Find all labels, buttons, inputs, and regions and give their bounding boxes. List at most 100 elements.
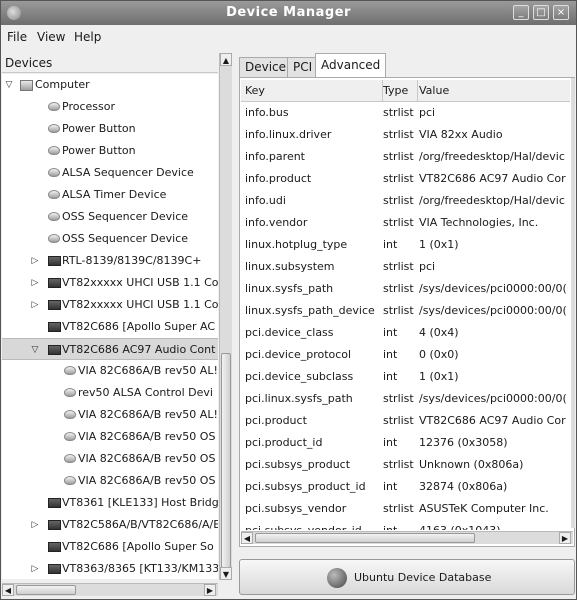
tree-item[interactable]: ▷ VT82xxxxx UHCI USB 1.1 Co bbox=[2, 272, 218, 294]
device-tree-horizontal-scrollbar[interactable]: ◀ ▶ bbox=[2, 583, 218, 596]
table-row[interactable]: linux.subsystem strlist pci bbox=[241, 256, 570, 278]
devices-pane: Devices ▽ Computer Processor Power Button Po… bbox=[1, 53, 233, 598]
table-row[interactable]: linux.sysfs_path strlist/sys/devices/pci0… bbox=[241, 278, 570, 300]
device-tree[interactable]: ▽ Computer Processor Power Button Power Butt… bbox=[2, 74, 218, 579]
table-row[interactable]: pci.device_subclass int 1 (0x1) bbox=[241, 366, 570, 388]
tree-item[interactable]: ▷ RTL-8139/8139C/8139C+ bbox=[2, 250, 218, 272]
devices-column-header[interactable]: Devices bbox=[2, 53, 218, 73]
tree-item[interactable]: ▽ Computer bbox=[2, 74, 218, 96]
expander-open-icon[interactable]: ▽ bbox=[30, 339, 40, 359]
property-key: linux.hotplug_type bbox=[245, 238, 348, 251]
expander-closed-icon[interactable]: ▷ bbox=[30, 272, 40, 294]
scroll-right-icon[interactable]: ▶ bbox=[559, 532, 571, 544]
property-key: info.parent bbox=[245, 150, 305, 163]
minimize-icon[interactable]: _ bbox=[513, 5, 529, 20]
expander-open-icon[interactable]: ▽ bbox=[4, 74, 14, 96]
property-value: VT82C686 AC97 Audio Cor bbox=[419, 172, 566, 185]
table-row[interactable]: info.parent strlist/org/freedesktop/Hal/d… bbox=[241, 146, 570, 168]
tree-item-label: VT82xxxxx UHCI USB 1.1 Co bbox=[62, 276, 218, 289]
menu-file[interactable]: File bbox=[7, 30, 27, 44]
scrollbar-thumb[interactable] bbox=[221, 353, 231, 568]
table-row[interactable]: pci.product strlist VT82C686 AC97 Audio Co… bbox=[241, 410, 570, 432]
tree-item-label: VIA 82C686A/B rev50 OS bbox=[78, 474, 216, 487]
tree-item[interactable]: VIA 82C686A/B rev50 AL! bbox=[2, 360, 218, 382]
scrollbar-thumb[interactable] bbox=[16, 585, 76, 595]
tree-item[interactable]: OSS Sequencer Device bbox=[2, 206, 218, 228]
expander-closed-icon[interactable]: ▷ bbox=[30, 250, 40, 272]
tree-item-label: ALSA Timer Device bbox=[62, 188, 167, 201]
device-icon bbox=[48, 146, 60, 155]
table-row[interactable]: info.bus strlist pci bbox=[241, 102, 570, 124]
scrollbar-thumb[interactable] bbox=[255, 533, 475, 543]
tree-item[interactable]: Processor bbox=[2, 96, 218, 118]
table-row[interactable]: pci.subsys_vendor_idint4163 (0x1043) bbox=[241, 520, 570, 530]
ubuntu-device-database-button[interactable]: Ubuntu Device Database bbox=[239, 559, 575, 595]
device-icon bbox=[64, 366, 76, 375]
scroll-left-icon[interactable]: ◀ bbox=[2, 584, 14, 596]
card-icon bbox=[48, 564, 61, 574]
table-row[interactable]: pci.product_id int 12376 (0x3058) bbox=[241, 432, 570, 454]
column-header-type[interactable]: Type bbox=[383, 80, 418, 101]
tab-pci[interactable]: PCI bbox=[287, 57, 319, 77]
tree-item-label: Power Button bbox=[62, 144, 136, 157]
device-icon bbox=[64, 388, 76, 397]
property-value: /sys/devices/pci0000:00/0( bbox=[419, 282, 567, 295]
tree-item[interactable]: OSS Sequencer Device bbox=[2, 228, 218, 250]
tree-item[interactable]: Power Button bbox=[2, 118, 218, 140]
property-key: pci.subsys_product bbox=[245, 458, 351, 471]
tree-item[interactable]: ALSA Timer Device bbox=[2, 184, 218, 206]
title-bar[interactable]: Device Manager _ □ × bbox=[1, 1, 576, 25]
expander-closed-icon[interactable]: ▷ bbox=[30, 514, 40, 536]
scroll-up-icon[interactable]: ▲ bbox=[220, 53, 232, 66]
maximize-icon[interactable]: □ bbox=[533, 5, 549, 20]
properties-table[interactable]: Key Type Value info.bus strlist pci info.li… bbox=[241, 80, 570, 530]
tab-device[interactable]: Device bbox=[239, 57, 293, 77]
tree-item[interactable]: VT8361 [KLE133] Host Bridg bbox=[2, 492, 218, 514]
tree-item[interactable]: VIA 82C686A/B rev50 OS bbox=[2, 470, 218, 492]
tree-item[interactable]: ▷ VT82C586A/B/VT82C686/A/E bbox=[2, 514, 218, 536]
property-key: pci.subsys_vendor_id bbox=[245, 520, 383, 530]
table-row[interactable]: info.product strlist VT82C686 AC97 Audio C… bbox=[241, 168, 570, 190]
close-icon[interactable]: × bbox=[553, 5, 569, 20]
tree-item[interactable]: VT82C686 [Apollo Super AC bbox=[2, 316, 218, 338]
table-row[interactable]: linux.hotplug_type int 1 (0x1) bbox=[241, 234, 570, 256]
device-icon bbox=[64, 454, 76, 463]
column-header-value[interactable]: Value bbox=[419, 80, 570, 101]
table-row[interactable]: pci.device_class int 4 (0x4) bbox=[241, 322, 570, 344]
menu-help[interactable]: Help bbox=[74, 30, 101, 44]
expander-closed-icon[interactable]: ▷ bbox=[30, 558, 40, 579]
property-type: int bbox=[383, 436, 398, 449]
properties-horizontal-scrollbar[interactable]: ◀ ▶ bbox=[241, 531, 573, 544]
column-header-key[interactable]: Key bbox=[245, 80, 383, 101]
property-type: strlist bbox=[383, 106, 414, 119]
tree-item[interactable]: ▷ VT82xxxxx UHCI USB 1.1 Co bbox=[2, 294, 218, 316]
scroll-right-icon[interactable]: ▶ bbox=[204, 584, 216, 596]
table-row[interactable]: pci.subsys_product_id int 32874 (0x806a) bbox=[241, 476, 570, 498]
table-row[interactable]: linux.sysfs_path_device strlist/sys/devic… bbox=[241, 300, 570, 322]
tree-item[interactable]: ▷ VT8363/8365 [KT133/KM133 bbox=[2, 558, 218, 579]
tree-item[interactable]: VIA 82C686A/B rev50 AL! bbox=[2, 404, 218, 426]
scroll-left-icon[interactable]: ◀ bbox=[241, 532, 253, 544]
expander-closed-icon[interactable]: ▷ bbox=[30, 294, 40, 316]
card-icon bbox=[48, 345, 61, 355]
table-row[interactable]: info.linux.driver strlist VIA 82xx Audio bbox=[241, 124, 570, 146]
tree-item[interactable]: VT82C686 [Apollo Super So bbox=[2, 536, 218, 558]
table-row[interactable]: info.vendor strlist VIA Technologies, Inc. bbox=[241, 212, 570, 234]
tree-item[interactable]: VIA 82C686A/B rev50 OS bbox=[2, 426, 218, 448]
table-row[interactable]: pci.subsys_product strlist Unknown (0x806a… bbox=[241, 454, 570, 476]
tree-item[interactable]: Power Button bbox=[2, 140, 218, 162]
properties-vertical-scrollbar[interactable] bbox=[571, 78, 575, 528]
tree-item[interactable]: ▽ VT82C686 AC97 Audio Cont bbox=[2, 338, 218, 360]
menu-view[interactable]: View bbox=[37, 30, 65, 44]
property-value: pci bbox=[419, 260, 436, 273]
device-tree-vertical-scrollbar[interactable]: ▲ ▼ bbox=[219, 53, 232, 580]
table-row[interactable]: pci.device_protocol int 0 (0x0) bbox=[241, 344, 570, 366]
tree-item[interactable]: VIA 82C686A/B rev50 OS bbox=[2, 448, 218, 470]
tree-item[interactable]: ALSA Sequencer Device bbox=[2, 162, 218, 184]
tree-item[interactable]: rev50 ALSA Control Devi bbox=[2, 382, 218, 404]
tab-advanced[interactable]: Advanced bbox=[315, 53, 387, 78]
scroll-down-icon[interactable]: ▼ bbox=[220, 567, 232, 580]
table-row[interactable]: info.udi strlist/org/freedesktop/Hal/devi… bbox=[241, 190, 570, 212]
table-row[interactable]: pci.subsys_vendor strlist ASUSTeK Computer… bbox=[241, 498, 570, 520]
table-row[interactable]: pci.linux.sysfs_path strlist/sys/devices/… bbox=[241, 388, 570, 410]
